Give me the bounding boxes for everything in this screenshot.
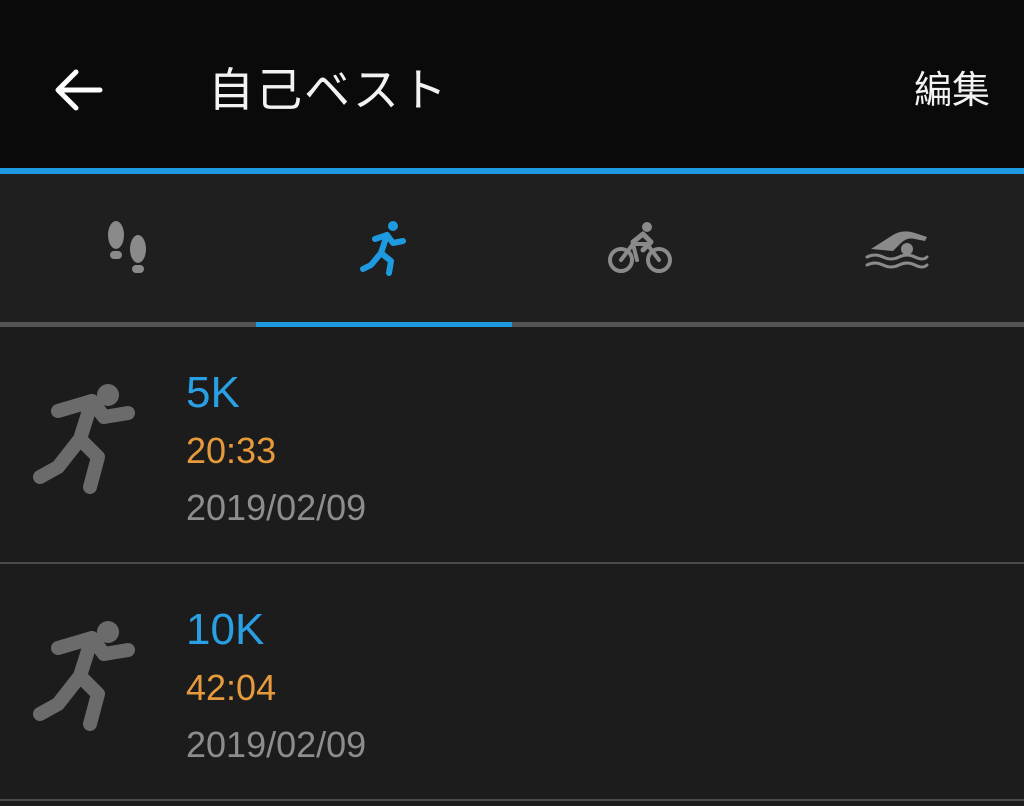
activity-tabs [0, 174, 1024, 322]
tab-running[interactable] [256, 174, 512, 322]
record-date: 2019/02/09 [186, 487, 367, 528]
record-date: 2019/02/09 [186, 724, 367, 765]
personal-records-screen: 自己ベスト 編集 5K 20:33 2019/02/09 10K 42:04 2… [0, 0, 1024, 806]
record-details: 10K 42:04 2019/02/09 [186, 600, 366, 774]
record-time: 20:33 [186, 430, 277, 471]
tab-cycling[interactable] [512, 174, 768, 322]
runner-icon [33, 621, 135, 731]
runner-icon [33, 384, 135, 494]
back-button[interactable] [46, 60, 110, 120]
row-divider [0, 799, 1024, 801]
record-row-5k[interactable]: 5K 20:33 2019/02/09 [0, 327, 1024, 562]
swimming-icon [865, 231, 929, 269]
cycling-icon [608, 222, 672, 273]
record-row-10k[interactable]: 10K 42:04 2019/02/09 [0, 564, 1024, 799]
app-header: 自己ベスト 編集 [0, 0, 1024, 168]
records-list: 5K 20:33 2019/02/09 10K 42:04 2019/02/09 [0, 327, 1024, 801]
record-distance: 5K [186, 368, 240, 417]
record-details: 5K 20:33 2019/02/09 [186, 363, 366, 537]
page-title: 自己ベスト [208, 63, 449, 117]
arrow-left-icon [55, 69, 103, 111]
tab-steps[interactable] [0, 174, 256, 322]
record-time: 42:04 [186, 667, 277, 708]
running-icon [360, 221, 406, 276]
edit-button[interactable]: 編集 [914, 62, 990, 118]
tab-swimming[interactable] [768, 174, 1024, 322]
footsteps-icon [108, 221, 146, 273]
record-distance: 10K [186, 605, 265, 654]
